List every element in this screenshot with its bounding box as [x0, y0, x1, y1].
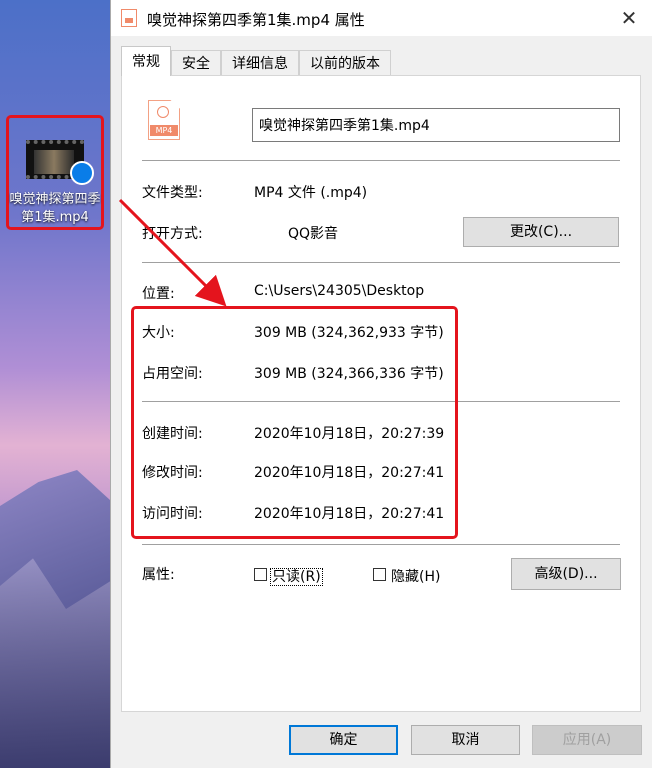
tab-previous-versions[interactable]: 以前的版本 [299, 50, 391, 76]
readonly-label[interactable]: 只读(R) [270, 566, 323, 586]
size-value: 309 MB (324,362,933 字节) [254, 325, 444, 341]
ok-button[interactable]: 确定 [289, 725, 398, 755]
file-type-label: 文件类型: [142, 185, 203, 201]
accessed-value: 2020年10月18日，20:27:41 [254, 506, 445, 522]
desktop-background: 嗅觉神探第四季第1集.mp4 [0, 0, 110, 768]
attributes-label: 属性: [142, 567, 175, 583]
readonly-checkbox[interactable] [254, 568, 267, 581]
change-button[interactable]: 更改(C)... [463, 217, 619, 247]
size-on-disk-label: 占用空间: [142, 366, 203, 382]
tab-general[interactable]: 常规 [121, 46, 171, 76]
close-button[interactable]: ✕ [617, 6, 641, 30]
advanced-button[interactable]: 高级(D)... [511, 558, 621, 590]
open-with-value: QQ影音 [288, 226, 339, 242]
size-label: 大小: [142, 325, 175, 341]
qq-player-badge-icon [70, 161, 94, 185]
cancel-button[interactable]: 取消 [411, 725, 520, 755]
location-value: C:\Users\24305\Desktop [254, 283, 425, 299]
desktop-file-label: 嗅觉神探第四季第1集.mp4 [9, 192, 101, 225]
window-title: 嗅觉神探第四季第1集.mp4 属性 [147, 11, 365, 29]
divider [142, 544, 620, 545]
mp4-large-icon: MP4 [148, 100, 180, 140]
general-panel: MP4 文件类型: MP4 文件 (.mp4) 打开方式: QQ影音 更改(C)… [121, 75, 641, 712]
created-label: 创建时间: [142, 426, 203, 442]
tab-security[interactable]: 安全 [171, 50, 221, 76]
file-name-input[interactable] [252, 108, 620, 142]
tab-strip: 常规 安全 详细信息 以前的版本 [121, 46, 391, 76]
modified-label: 修改时间: [142, 465, 203, 481]
divider [142, 160, 620, 161]
mp4-file-icon [121, 9, 137, 27]
divider [142, 262, 620, 263]
open-with-label: 打开方式: [142, 226, 203, 242]
file-type-value: MP4 文件 (.mp4) [254, 185, 368, 201]
apply-button[interactable]: 应用(A) [532, 725, 642, 755]
created-value: 2020年10月18日，20:27:39 [254, 426, 445, 442]
video-thumbnail-icon [26, 140, 94, 185]
modified-value: 2020年10月18日，20:27:41 [254, 465, 445, 481]
desktop-file-icon[interactable]: 嗅觉神探第四季第1集.mp4 [6, 115, 104, 230]
hidden-label[interactable]: 隐藏(H) [391, 566, 440, 586]
divider [142, 401, 620, 402]
title-bar[interactable]: 嗅觉神探第四季第1集.mp4 属性 ✕ [111, 0, 652, 36]
accessed-label: 访问时间: [142, 506, 203, 522]
size-on-disk-value: 309 MB (324,366,336 字节) [254, 366, 444, 382]
properties-dialog: 嗅觉神探第四季第1集.mp4 属性 ✕ 常规 安全 详细信息 以前的版本 MP4… [110, 0, 652, 768]
hidden-checkbox[interactable] [373, 568, 386, 581]
tab-details[interactable]: 详细信息 [221, 50, 299, 76]
location-label: 位置: [142, 286, 175, 302]
